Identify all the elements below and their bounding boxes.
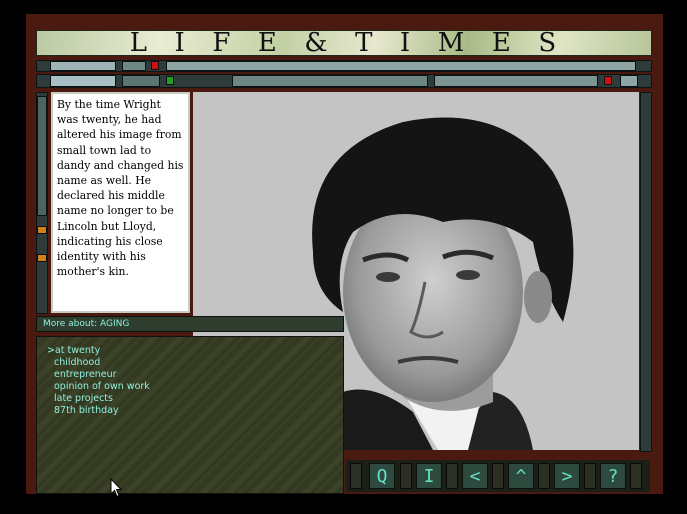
up-button[interactable]: ^	[508, 463, 534, 489]
title-letter: E	[257, 28, 279, 58]
title-letter: &	[304, 28, 330, 58]
more-about-label: More about: AGING	[36, 316, 344, 332]
nav-separator	[492, 463, 504, 489]
previous-button[interactable]: <	[462, 463, 488, 489]
strip-chip	[166, 61, 636, 71]
more-about-panel: >at twenty childhood entrepreneur opinio…	[36, 336, 344, 494]
left-column-orange-chip	[37, 254, 47, 262]
nav-separator	[446, 463, 458, 489]
nav-separator	[630, 463, 642, 489]
right-column	[640, 92, 652, 452]
title-letter: S	[538, 28, 559, 58]
topic-link-late-projects[interactable]: late projects	[47, 393, 333, 405]
info-icon: I	[423, 465, 435, 487]
title-letter: M	[437, 28, 467, 58]
strip-chip	[122, 75, 160, 87]
title-letter: F	[212, 28, 233, 58]
next-icon: >	[561, 465, 573, 487]
strip-chip	[122, 61, 146, 71]
title-letter: E	[491, 28, 513, 58]
topic-link-opinion-of-own-work[interactable]: opinion of own work	[47, 381, 333, 393]
title-letter: L	[129, 28, 150, 58]
biography-text: By the time Wright was twenty, he had al…	[51, 92, 190, 313]
strip-chip	[620, 75, 638, 87]
up-icon: ^	[515, 465, 527, 487]
nav-separator	[400, 463, 412, 489]
topic-link-childhood[interactable]: childhood	[47, 357, 333, 369]
strip-chip	[50, 61, 116, 71]
strip-chip	[50, 75, 116, 87]
help-icon: ?	[607, 465, 619, 487]
left-column-chip	[37, 96, 47, 216]
strip-chip	[434, 75, 598, 87]
title-letter: I	[174, 28, 187, 58]
nav-separator	[350, 463, 362, 489]
green-indicator-icon	[166, 76, 174, 85]
previous-icon: <	[469, 465, 481, 487]
search-button[interactable]: Q	[369, 463, 395, 489]
title-bar: L I F E & T I M E S	[36, 28, 652, 58]
title-letter: T	[355, 28, 375, 58]
title-letter: I	[399, 28, 413, 58]
info-button[interactable]: I	[416, 463, 442, 489]
red-indicator-icon	[604, 76, 612, 85]
topic-link-87th-birthday[interactable]: 87th birthday	[47, 405, 333, 417]
title-letters: L I F E & T I M E S	[37, 28, 651, 58]
nav-separator	[584, 463, 596, 489]
help-button[interactable]: ?	[600, 463, 626, 489]
topic-link-entrepreneur[interactable]: entrepreneur	[47, 369, 333, 381]
mouse-cursor-icon	[110, 478, 122, 498]
topic-link-at-twenty[interactable]: >at twenty	[47, 345, 333, 357]
red-indicator-icon	[151, 61, 159, 70]
strip-chip	[232, 75, 428, 87]
search-icon: Q	[376, 465, 388, 487]
left-column-orange-chip	[37, 226, 47, 234]
nav-separator	[538, 463, 550, 489]
next-button[interactable]: >	[554, 463, 580, 489]
